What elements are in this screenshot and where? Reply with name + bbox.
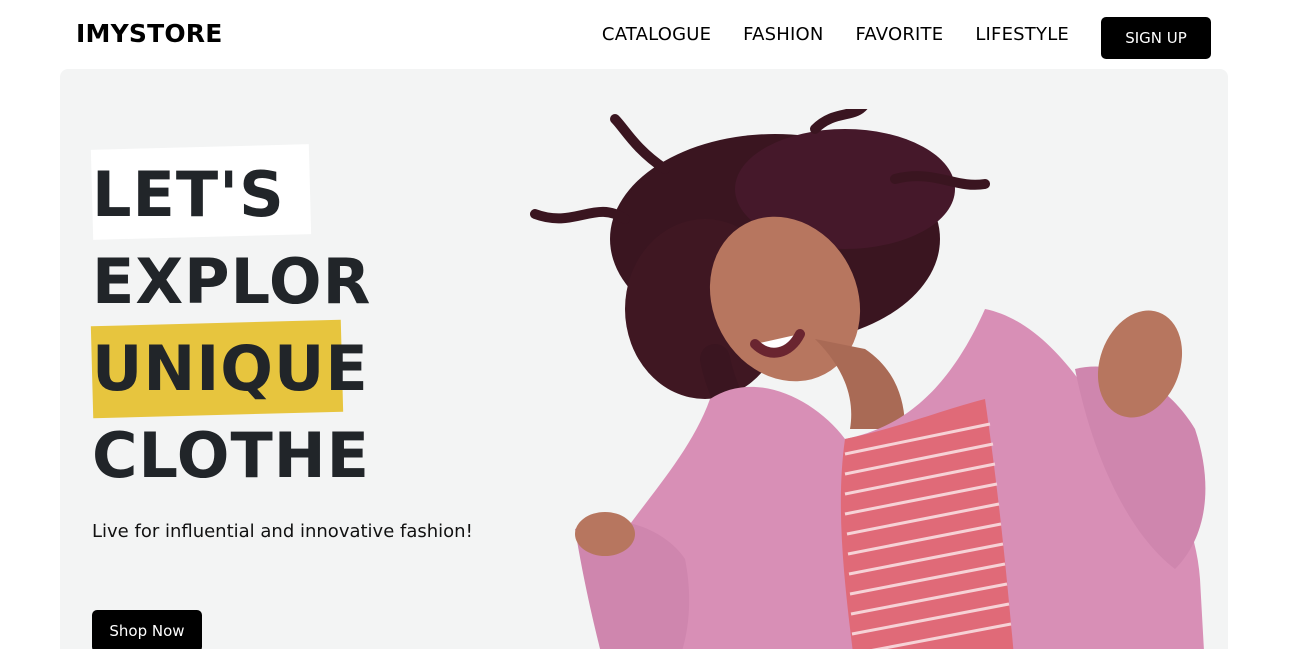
headline-text-4: CLOTHE xyxy=(92,419,371,492)
headline-text-3: UNIQUE xyxy=(92,332,369,405)
headline-line-3: UNIQUE xyxy=(90,319,371,419)
headline-text-1: LET'S xyxy=(92,158,285,231)
model-photo xyxy=(530,109,1206,649)
hero-banner: LET'S EXPLOR UNIQUE CLOTHE Live for infl… xyxy=(60,69,1228,649)
headline-text-2: EXPLOR xyxy=(92,245,372,318)
nav-link-lifestyle[interactable]: LIFESTYLE xyxy=(975,24,1069,45)
headline-line-1: LET'S xyxy=(90,144,371,240)
headline-line-4: CLOTHE xyxy=(92,412,371,499)
top-navbar: IMYSTORE CATALOGUE FASHION FAVORITE LIFE… xyxy=(0,0,1291,68)
sign-up-button[interactable]: SIGN UP xyxy=(1101,17,1211,59)
shop-now-button[interactable]: Shop Now xyxy=(92,610,202,649)
nav-link-catalogue[interactable]: CATALOGUE xyxy=(602,24,711,45)
brand-logo[interactable]: IMYSTORE xyxy=(76,19,223,48)
headline-line-2: EXPLOR xyxy=(92,238,371,325)
nav-link-fashion[interactable]: FASHION xyxy=(743,24,823,45)
main-nav: CATALOGUE FASHION FAVORITE LIFESTYLE xyxy=(602,24,1069,45)
hero-tagline: Live for influential and innovative fash… xyxy=(92,521,473,542)
dress-shape xyxy=(840,399,1014,649)
nav-link-favorite[interactable]: FAVORITE xyxy=(856,24,944,45)
hero-headline: LET'S EXPLOR UNIQUE CLOTHE xyxy=(90,144,371,499)
